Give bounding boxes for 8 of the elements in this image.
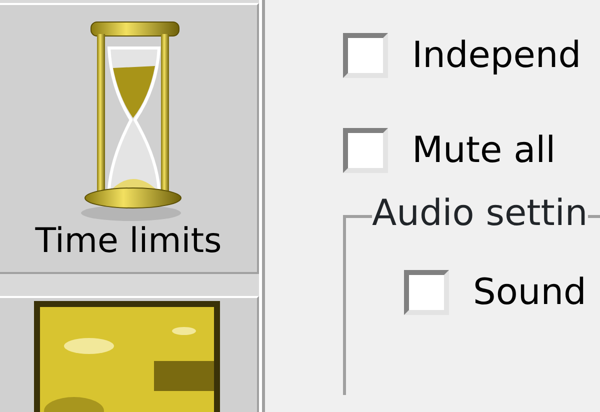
sidebar-item[interactable]: Time limits [0, 3, 259, 274]
checkbox-label: Independ [412, 38, 582, 74]
checkbox-label: Sound [473, 274, 586, 310]
checkbox[interactable] [343, 33, 388, 78]
sidebar-item[interactable] [0, 296, 259, 412]
checkbox-label: Mute all [412, 132, 556, 168]
checkbox[interactable] [343, 128, 388, 173]
checkbox[interactable] [404, 270, 449, 315]
